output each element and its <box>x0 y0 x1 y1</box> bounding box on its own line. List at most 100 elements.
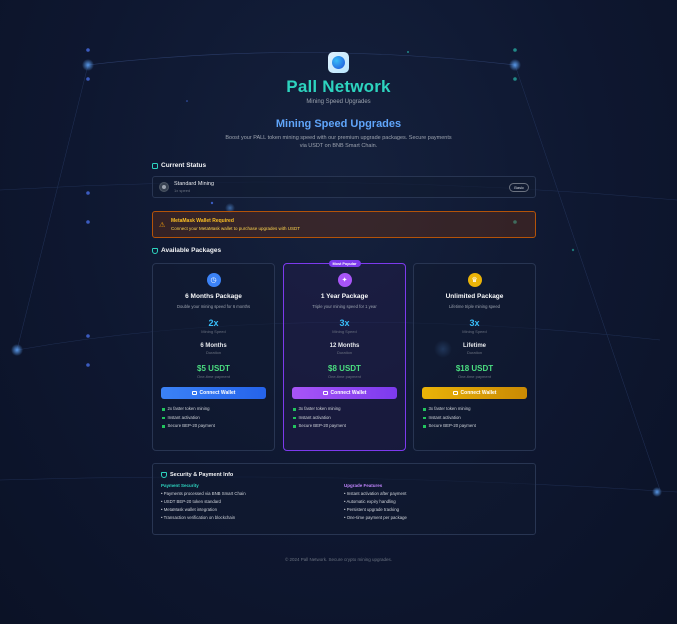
check-icon <box>162 408 165 411</box>
page-heading: Mining Speed Upgrades <box>275 118 402 130</box>
feature-list: 3x faster token mining Instant activatio… <box>293 405 405 431</box>
connect-wallet-button[interactable]: Connect Wallet <box>292 387 397 399</box>
check-icon <box>293 425 296 428</box>
button-label: Connect Wallet <box>330 390 367 396</box>
payment-security-heading: Payment Security <box>161 483 199 488</box>
status-badge: Basic <box>509 182 529 192</box>
current-status-card: Standard Mining 1x speed Basic <box>152 176 536 198</box>
button-label: Connect Wallet <box>460 390 497 396</box>
check-icon <box>423 425 426 428</box>
duration-caption: Duration <box>205 350 222 355</box>
hero-section: Mining Speed Upgrades Boost your PALL to… <box>0 118 677 150</box>
warning-icon: ⚠ <box>159 221 166 229</box>
warning-message: Connect your MetaMask wallet to purchase… <box>171 226 301 231</box>
warning-title: MetaMask Wallet Required <box>171 218 234 224</box>
mining-status-icon <box>159 182 169 192</box>
package-price: $5 USDT <box>197 364 230 373</box>
package-card-unlimited: ♛ Unlimited Package Lifetime triple mini… <box>413 263 536 451</box>
package-price: $18 USDT <box>455 364 494 373</box>
crown-icon: ♛ <box>467 273 482 287</box>
price-caption: One-time payment <box>328 374 361 379</box>
logo-icon <box>328 52 349 73</box>
list-item: Instant activation <box>423 414 535 423</box>
page: Pall Network Mining Speed Upgrades Minin… <box>0 0 677 624</box>
list-item: Secure BEP-20 payment <box>162 422 274 431</box>
upgrade-features-heading: Upgrade Features <box>344 483 383 488</box>
package-price: $8 USDT <box>328 364 361 373</box>
current-status-title: Current Status <box>152 162 206 169</box>
list-item: • One-time payment per package <box>344 515 407 520</box>
packages-title: Available Packages <box>152 247 221 254</box>
most-popular-badge: Most Popular <box>328 260 361 267</box>
shield-icon <box>152 247 158 254</box>
feature-list: 2x faster token mining Instant activatio… <box>162 405 274 431</box>
connect-wallet-button[interactable]: Connect Wallet <box>422 387 527 399</box>
current-speed: 1x speed <box>174 188 191 193</box>
status-icon <box>152 162 158 169</box>
check-icon <box>293 416 296 419</box>
wallet-icon <box>322 391 328 395</box>
package-duration: 6 Months <box>200 343 227 349</box>
security-info-card: Security & Payment Info Payment Security… <box>152 463 536 535</box>
list-item: • Transaction verification on blockchain <box>161 515 236 520</box>
list-item: • Automatic expiry handling <box>344 499 396 504</box>
check-icon <box>162 425 165 428</box>
check-icon <box>423 416 426 419</box>
list-item: Secure BEP-20 payment <box>293 422 405 431</box>
package-name: Unlimited Package <box>445 293 504 300</box>
package-description: Double your mining speed for 6 months <box>176 304 251 309</box>
list-item: Instant activation <box>162 414 274 423</box>
metamask-warning: ⚠ MetaMask Wallet Required Connect your … <box>152 211 536 238</box>
multiplier-caption: Mining Speed <box>201 329 226 334</box>
current-status-label: Current Status <box>161 162 207 169</box>
price-caption: One-time payment <box>197 374 230 379</box>
connect-wallet-button[interactable]: Connect Wallet <box>161 387 266 399</box>
shield-icon <box>161 472 167 478</box>
security-title: Security & Payment Info <box>161 472 527 478</box>
app-subtitle: Mining Speed Upgrades <box>306 99 371 105</box>
package-description: Lifetime triple mining speed <box>449 304 500 309</box>
clock-icon: ◷ <box>206 273 221 287</box>
button-label: Connect Wallet <box>199 390 236 396</box>
price-caption: One-time payment <box>458 374 491 379</box>
multiplier-caption: Mining Speed <box>462 329 487 334</box>
package-multiplier: 3x <box>469 318 480 328</box>
payment-security-column: Payment Security • Payments processed vi… <box>161 483 344 522</box>
sparkle-icon: ✦ <box>337 273 352 287</box>
package-name: 6 Months Package <box>185 293 242 300</box>
list-item: • Persistent upgrade tracking <box>344 507 400 512</box>
list-item: • MetaMask wallet integration <box>161 507 217 512</box>
duration-caption: Duration <box>466 350 483 355</box>
check-icon <box>423 408 426 411</box>
list-item: • USDT BEP-20 token standard <box>161 499 221 504</box>
list-item: 3x faster token mining <box>293 405 405 414</box>
security-title-label: Security & Payment Info <box>170 472 234 478</box>
list-item: • Instant activation after payment <box>344 491 407 496</box>
wallet-icon <box>191 391 197 395</box>
package-card-1-year: Most Popular ✦ 1 Year Package Triple you… <box>283 260 406 451</box>
app-header: Pall Network Mining Speed Upgrades <box>0 52 677 105</box>
list-item: 3x faster token mining <box>423 405 535 414</box>
package-duration: Lifetime <box>462 343 486 349</box>
package-multiplier: 3x <box>339 318 350 328</box>
check-icon <box>293 408 296 411</box>
packages-title-label: Available Packages <box>161 247 222 254</box>
current-plan: Standard Mining <box>174 181 215 187</box>
list-item: 2x faster token mining <box>162 405 274 414</box>
wallet-icon <box>452 391 458 395</box>
list-item: Secure BEP-20 payment <box>423 422 535 431</box>
page-description: Boost your PALL token mining speed with … <box>225 135 452 149</box>
feature-list: 3x faster token mining Instant activatio… <box>423 405 535 431</box>
multiplier-caption: Mining Speed <box>332 329 357 334</box>
check-icon <box>162 416 165 419</box>
duration-caption: Duration <box>336 350 353 355</box>
package-card-6-months: ◷ 6 Months Package Double your mining sp… <box>152 263 275 451</box>
list-item: Instant activation <box>293 414 405 423</box>
footer: © 2024 Pall Network. Secure crypto minin… <box>284 557 393 562</box>
package-name: 1 Year Package <box>320 293 369 300</box>
package-description: Triple your mining speed for 1 year <box>312 304 377 309</box>
list-item: • Payments processed via BNB Smart Chain <box>161 491 246 496</box>
package-duration: 12 Months <box>329 343 360 349</box>
app-title: Pall Network <box>286 77 391 96</box>
package-multiplier: 2x <box>208 318 219 328</box>
